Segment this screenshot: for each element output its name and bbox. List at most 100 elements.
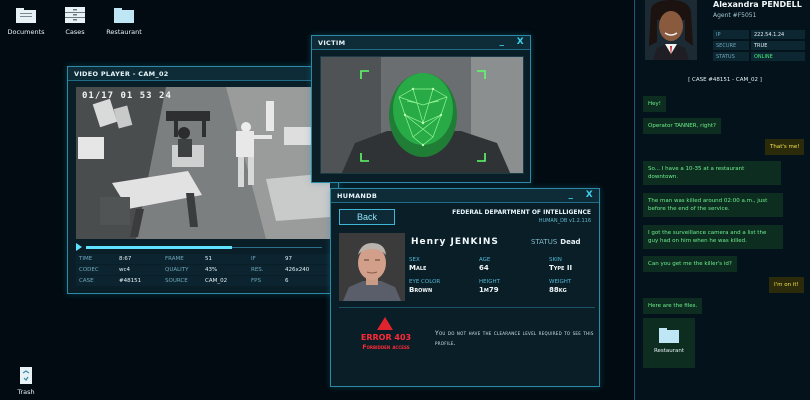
meta-value: CAM_02 [202,276,248,286]
humandb-window[interactable]: HUMANDB _ X Back FEDERAL DEPARTMENT OF I… [330,188,600,387]
desktop-icon-label: Documents [7,28,45,36]
meta-value: 6 [282,276,330,286]
field-skin: SKIN Type II [549,257,572,272]
meta-value: 51 [202,254,248,264]
close-button[interactable]: X [517,37,524,47]
surveillance-scene-image [76,87,330,239]
meta-key: FPS [248,276,282,286]
desktop-icon-documents[interactable]: Documents [0,6,52,36]
chat-message: Here are the files. [643,298,703,314]
meta-key: FRAME [162,254,202,264]
meta-value: 8:67 [116,254,162,264]
video-timestamp: 01/17 01 53 24 [82,91,172,101]
info-value-online: ONLINE [751,52,805,61]
attachment-label: Restaurant [653,348,685,354]
field-age: AGE 64 [479,257,490,272]
meta-key: TIME [76,254,116,264]
meta-key: RES. [248,265,282,275]
desktop-icon-trash[interactable]: Trash [0,366,52,396]
divider [339,307,595,308]
meta-value: wc4 [116,265,162,275]
desktop-icon-label: Trash [17,388,35,396]
trash-icon [20,367,32,384]
chat-message: So... I have a 10-35 at a restaurant dow… [643,161,781,185]
chat-message: Hey! [643,96,666,112]
field-sex: SEX Male [409,257,426,272]
video-player-title: VIDEO PLAYER - CAM_02 [68,67,338,81]
chat-message: The man was killed around 02:00 a.m., ju… [643,193,783,217]
desktop-icon-label: Restaurant [106,28,142,36]
field-value: 64 [479,264,489,272]
portrait-image [339,233,405,301]
chat-file-attachment[interactable]: Restaurant [643,318,695,368]
surveillance-video[interactable]: 01/17 01 53 24 [76,87,330,239]
desktop-icon-label: Cases [65,28,85,36]
field-label: HEIGHT [479,279,500,285]
folder-icon [114,8,134,23]
video-metadata-grid: TIME 8:67 FRAME 51 IF 97 CODEC wc4 QUALITY 43% RES… [76,254,330,286]
agent-info-ip: IP 222.54.1.24 [713,30,805,39]
chat-message: I'm on it! [769,277,804,293]
field-eye-color: EYE COLOR Brown [409,279,440,294]
status-value: Dead [560,238,581,246]
person-name: Henry JENKINS [411,237,499,247]
info-key: STATUS [713,52,749,61]
meta-key: IF [248,254,282,264]
error-subtitle: Forbidden access [362,344,410,351]
chat-message: I got the surveillance camera and a list… [643,225,783,249]
error-message: You do not have the clearance level requ… [435,330,594,347]
video-player-window[interactable]: VIDEO PLAYER - CAM_02 01/17 01 53 24 TIM… [67,66,339,294]
field-weight: WEIGHT 88kg [549,279,571,294]
info-value: TRUE [751,41,805,50]
video-seekbar[interactable] [76,243,330,251]
victim-window[interactable]: VICTIM _ X [311,35,531,183]
meta-value: #48151 [116,276,162,286]
info-value: 222.54.1.24 [751,30,805,39]
chat-message: Can you get me the killer's id? [643,256,737,272]
agency-name: FEDERAL DEPARTMENT OF INTELLIGENCE [452,209,591,216]
folder-icon [659,328,679,343]
field-label: EYE COLOR [409,279,441,285]
suspect-photo [339,233,405,301]
victim-title: VICTIM [318,39,346,47]
agent-id: Agent #F5051 [713,12,757,19]
documents-folder-icon [16,8,36,23]
close-button[interactable]: X [586,190,593,200]
field-label: AGE [479,257,491,263]
field-height: HEIGHT 1m79 [479,279,500,294]
chat-message: Operator TANNER, right? [643,118,721,134]
info-key: IP [713,30,749,39]
chat-message: That's me! [765,139,805,155]
field-value: Brown [409,286,433,294]
meta-value: 97 [282,254,330,264]
field-value: 88kg [549,286,567,294]
minimize-button[interactable]: _ [500,37,505,47]
field-label: WEIGHT [549,279,572,285]
minimize-button[interactable]: _ [569,190,574,200]
field-label: SKIN [549,257,562,263]
meta-key: CASE [76,276,116,286]
field-value: Type II [549,264,573,272]
meta-key: QUALITY [162,265,202,275]
warning-icon [377,317,393,330]
status-label: STATUS [531,238,558,246]
agent-avatar [645,0,697,60]
meta-key: CODEC [76,265,116,275]
seek-progress [86,246,232,249]
desktop-icon-restaurant[interactable]: Restaurant [98,6,150,36]
face-scan-view [320,56,524,174]
cases-drawer-icon [65,7,85,23]
desktop-icon-cases[interactable]: Cases [49,6,101,36]
meta-key: SOURCE [162,276,202,286]
agent-info-secure: SECURE TRUE [713,41,805,50]
error-code: ERROR 403 [360,333,412,342]
chat-case-header: [ CASE #48151 - CAM_02 ] [688,77,762,83]
field-label: SEX [409,257,420,263]
agent-portrait-image [645,0,697,60]
play-icon[interactable] [76,243,82,251]
meta-value: 43% [202,265,248,275]
chat-panel: Alexandra PENDELL Agent #F5051 IP 222.54… [634,0,810,400]
face-recognition-image [321,57,523,173]
agent-name: Alexandra PENDELL [713,0,802,9]
back-button[interactable]: Back [339,209,395,225]
